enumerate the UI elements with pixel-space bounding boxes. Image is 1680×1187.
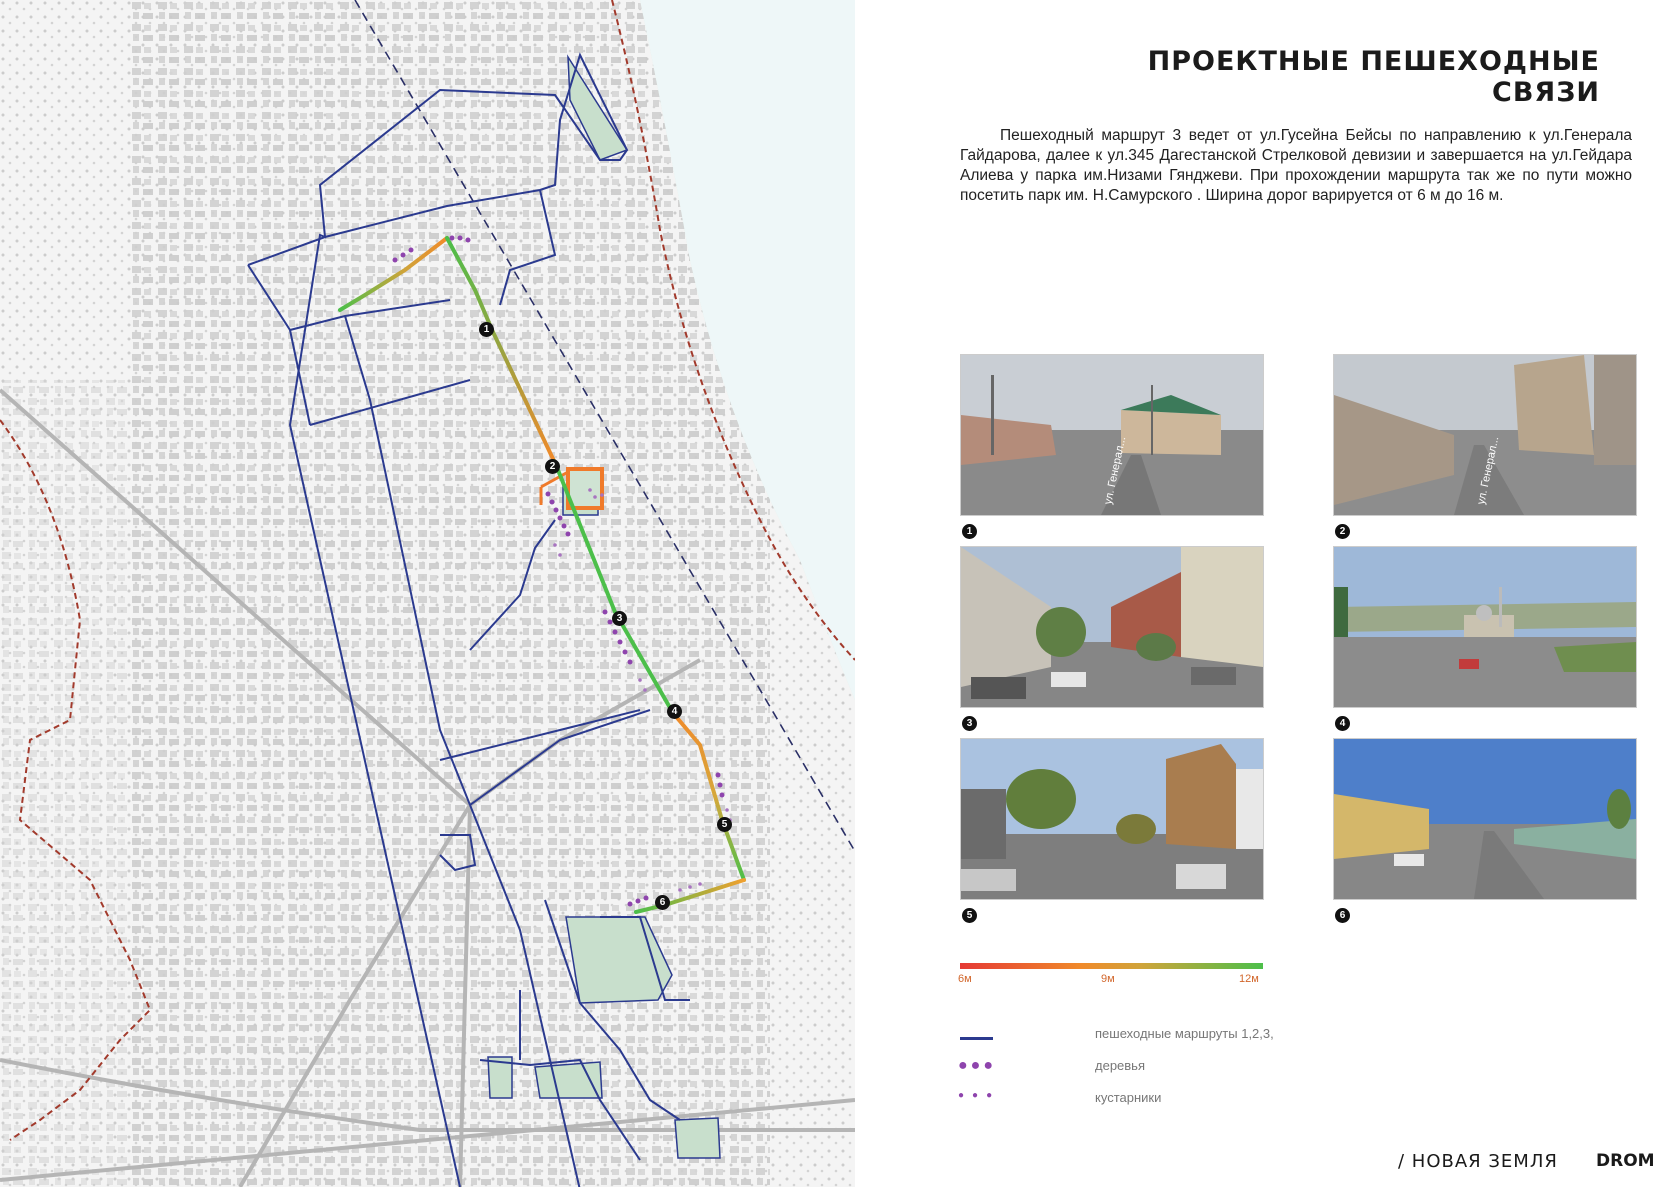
route-marker-5: 5 <box>717 817 732 832</box>
legend-route-line-icon <box>960 1037 993 1040</box>
street-photo-2: ул. Генерал... <box>1333 354 1637 516</box>
photo-number-3: 3 <box>962 716 977 731</box>
brand-drom: DROM <box>1596 1151 1655 1171</box>
photo-number-6: 6 <box>1335 908 1350 923</box>
legend-trees-icon: ●●● <box>958 1057 996 1074</box>
legend-shrubs-icon: ●●● <box>958 1090 1001 1101</box>
page-title: ПРОЕКТНЫЕ ПЕШЕХОДНЫЕ СВЯЗИ <box>1147 46 1600 108</box>
street-photo-6 <box>1333 738 1637 900</box>
photo-number-1: 1 <box>962 524 977 539</box>
legend-shrubs-label: кустарники <box>1095 1090 1162 1105</box>
street-photo-4 <box>1333 546 1637 708</box>
scale-mid-label: 9м <box>1101 973 1115 985</box>
route-marker-3: 3 <box>612 611 627 626</box>
route-marker-4: 4 <box>667 704 682 719</box>
scale-max-label: 12м <box>1239 973 1259 985</box>
legend-routes-label: пешеходные маршруты 1,2,3, <box>1095 1026 1274 1041</box>
brand-novaya-zemlya: / НОВАЯ ЗЕМЛЯ <box>1398 1151 1558 1172</box>
route-map <box>0 0 855 1187</box>
road-width-scale-bar <box>960 963 1263 969</box>
street-photo-1: ул. Генерал... <box>960 354 1264 516</box>
route-marker-2: 2 <box>545 459 560 474</box>
photo-number-2: 2 <box>1335 524 1350 539</box>
scale-min-label: 6м <box>958 973 972 985</box>
photo-number-5: 5 <box>962 908 977 923</box>
street-photo-5 <box>960 738 1264 900</box>
route-description: Пешеходный маршрут 3 ведет от ул.Гусейна… <box>960 127 1632 204</box>
photo-number-4: 4 <box>1335 716 1350 731</box>
route-marker-6: 6 <box>655 895 670 910</box>
street-photo-3 <box>960 546 1264 708</box>
legend-trees-label: деревья <box>1095 1058 1145 1073</box>
route-marker-1: 1 <box>479 322 494 337</box>
